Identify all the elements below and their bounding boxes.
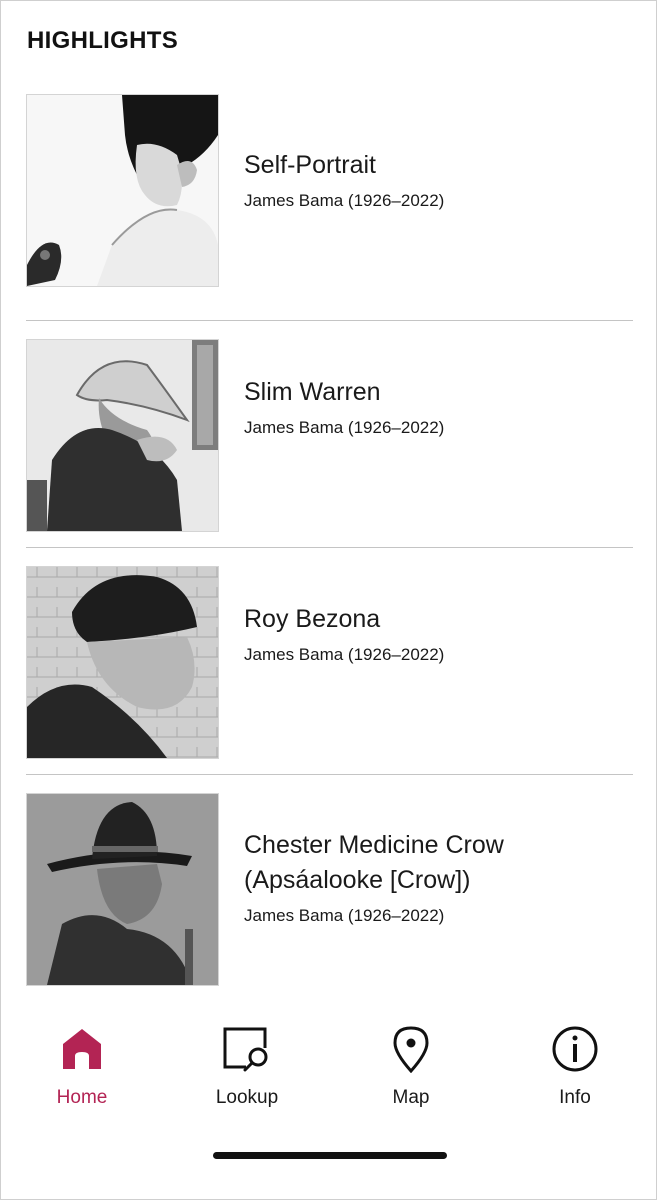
artwork-title-line2: (Apsáalooke [Crow]) xyxy=(244,866,471,894)
home-icon xyxy=(63,1029,101,1069)
artwork-thumbnail[interactable] xyxy=(26,793,219,986)
artwork-title: Slim Warren xyxy=(244,378,381,406)
artist-name: James Bama (1926–2022) xyxy=(244,906,445,925)
info-icon xyxy=(552,1026,598,1072)
tab-info[interactable]: Info xyxy=(520,1023,630,1109)
artwork-thumbnail[interactable] xyxy=(26,339,219,532)
list-item[interactable]: Roy Bezona James Bama (1926–2022) xyxy=(26,548,633,775)
tab-label: Lookup xyxy=(215,1087,279,1108)
artwork-title: Roy Bezona xyxy=(244,605,381,633)
map-pin-icon xyxy=(393,1026,429,1073)
artist-name: James Bama (1926–2022) xyxy=(244,191,445,210)
artwork-title-line1: Chester Medicine Crow xyxy=(244,831,504,859)
tab-home[interactable]: Home xyxy=(27,1023,137,1109)
list-item[interactable]: Chester Medicine Crow (Apsáalooke [Crow]… xyxy=(26,775,633,1001)
tab-label: Home xyxy=(56,1087,108,1108)
artwork-title: Self-Portrait xyxy=(244,151,376,179)
tab-label: Info xyxy=(559,1087,591,1108)
artist-name: James Bama (1926–2022) xyxy=(244,645,445,664)
artwork-thumbnail[interactable] xyxy=(26,566,219,759)
artwork-thumbnail[interactable] xyxy=(26,94,219,287)
list-item[interactable]: Self-Portrait James Bama (1926–2022) xyxy=(26,94,633,321)
artist-name: James Bama (1926–2022) xyxy=(244,418,445,437)
tab-lookup[interactable]: Lookup xyxy=(192,1023,302,1109)
home-indicator[interactable] xyxy=(213,1152,447,1159)
app-screen: HIGHLIGHTS Self-Portrait James Bama (192… xyxy=(0,0,657,1200)
list-item[interactable]: Slim Warren James Bama (1926–2022) xyxy=(26,321,633,548)
section-title: HIGHLIGHTS xyxy=(27,27,178,54)
tab-map[interactable]: Map xyxy=(356,1023,466,1109)
bottom-tab-bar: Home Lookup Map Info xyxy=(1,1003,656,1133)
tab-label: Map xyxy=(392,1087,430,1108)
highlights-list: Self-Portrait James Bama (1926–2022) Sli… xyxy=(26,94,633,1001)
lookup-icon xyxy=(223,1027,268,1072)
